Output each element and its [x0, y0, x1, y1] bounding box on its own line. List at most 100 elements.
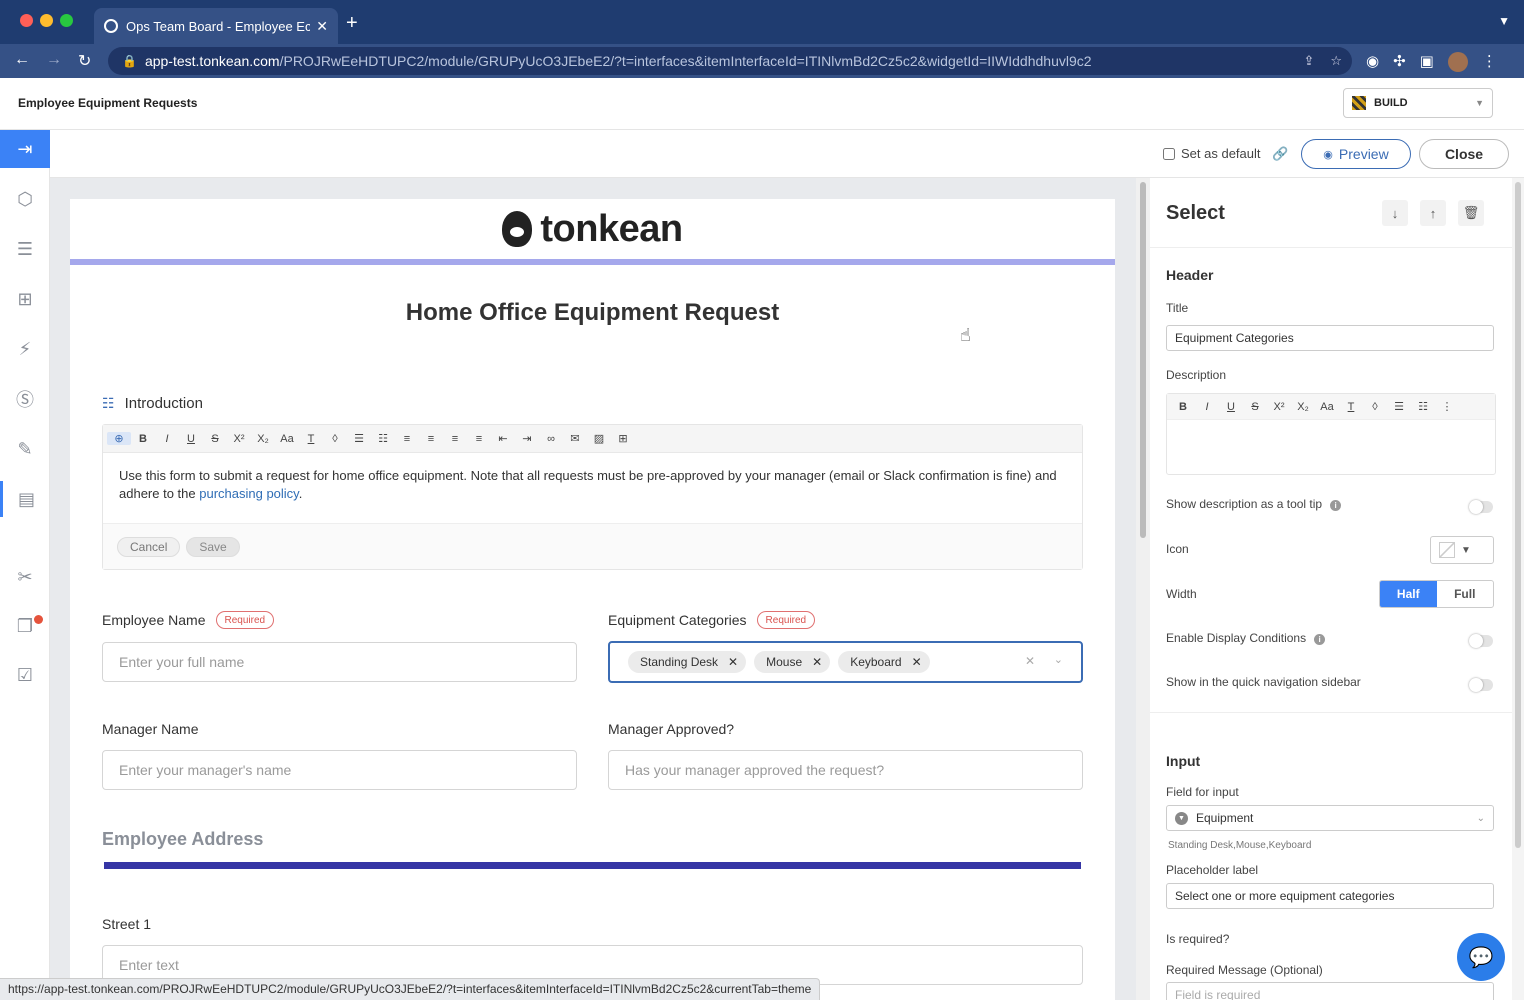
- align-left-icon[interactable]: ≡: [395, 433, 419, 445]
- remove-chip-icon[interactable]: ✕: [812, 655, 822, 669]
- intro-widget-label[interactable]: ☷ Introduction: [102, 395, 203, 412]
- email-icon[interactable]: ✉: [563, 432, 587, 445]
- highlight-icon[interactable]: ◊: [1363, 401, 1387, 413]
- italic-icon[interactable]: I: [1195, 401, 1219, 413]
- bold-icon[interactable]: B: [1171, 401, 1195, 413]
- clear-selection-icon[interactable]: ✕: [1025, 654, 1035, 668]
- width-full-button[interactable]: Full: [1437, 581, 1494, 607]
- new-tab-icon[interactable]: +: [346, 12, 358, 35]
- icon-picker[interactable]: ▼: [1430, 536, 1494, 564]
- canvas-scrollbar[interactable]: [1136, 178, 1150, 1000]
- equipment-categories-select[interactable]: Standing Desk ✕ Mouse ✕ Keyboard ✕ ✕ ⌄: [608, 641, 1083, 683]
- chat-support-icon[interactable]: 💬: [1457, 933, 1505, 981]
- align-center-icon[interactable]: ≡: [419, 433, 443, 445]
- text-color-icon[interactable]: T: [1339, 401, 1363, 413]
- checklist-icon[interactable]: ☑: [0, 657, 50, 693]
- employee-name-input[interactable]: Enter your full name: [102, 642, 577, 682]
- indent-icon[interactable]: ⇥: [515, 432, 539, 445]
- insert-field-icon[interactable]: ⊕: [107, 432, 131, 445]
- share-icon[interactable]: ⇪: [1303, 53, 1314, 69]
- required-message-input[interactable]: Field is required: [1166, 982, 1494, 1000]
- strikethrough-icon[interactable]: S: [1243, 401, 1267, 413]
- display-conditions-toggle[interactable]: [1469, 634, 1493, 648]
- font-size-icon[interactable]: Aa: [275, 433, 299, 445]
- remove-chip-icon[interactable]: ✕: [728, 655, 738, 669]
- superscript-icon[interactable]: X²: [1267, 401, 1291, 413]
- bullet-list-icon[interactable]: ☰: [1387, 400, 1411, 413]
- chip-mouse[interactable]: Mouse ✕: [754, 651, 831, 673]
- quick-nav-toggle[interactable]: [1469, 678, 1493, 692]
- chip-standing-desk[interactable]: Standing Desk ✕: [628, 651, 747, 673]
- underline-icon[interactable]: U: [1219, 401, 1243, 413]
- move-down-icon[interactable]: ↓: [1382, 200, 1408, 226]
- panel-scroll-thumb[interactable]: [1515, 182, 1521, 848]
- set-default-input[interactable]: [1163, 147, 1175, 160]
- preview-button[interactable]: ◉ Preview: [1301, 139, 1411, 169]
- highlight-icon[interactable]: ◊: [323, 433, 347, 445]
- subscript-icon[interactable]: X₂: [1291, 401, 1315, 413]
- puzzle-icon[interactable]: ✣: [1393, 52, 1406, 72]
- underline-icon[interactable]: U: [179, 433, 203, 445]
- cube-icon[interactable]: ⬡: [0, 181, 50, 217]
- window-minimize-button[interactable]: [40, 14, 53, 27]
- grid-icon[interactable]: ⊞: [0, 281, 50, 317]
- form-icon[interactable]: ✎: [0, 431, 50, 467]
- chevron-down-icon[interactable]: ⌄: [1054, 653, 1063, 666]
- sidebar-icon[interactable]: ▣: [1420, 52, 1434, 72]
- intro-rich-text-editor[interactable]: ⊕ B I U S X² X₂ Aa T ◊ ☰ ☷ ≡ ≡ ≡ ≡ ⇤ ⇥ ∞…: [102, 424, 1083, 570]
- align-justify-icon[interactable]: ≡: [467, 433, 491, 445]
- intro-text[interactable]: Use this form to submit a request for ho…: [103, 453, 1082, 523]
- chip-keyboard[interactable]: Keyboard ✕: [838, 651, 930, 673]
- description-editor[interactable]: B I U S X² X₂ Aa T ◊ ☰ ☷ ⋮: [1166, 393, 1496, 475]
- tab-close-icon[interactable]: ✕: [316, 18, 328, 35]
- subscript-icon[interactable]: X₂: [251, 433, 275, 445]
- font-size-icon[interactable]: Aa: [1315, 401, 1339, 413]
- cancel-button[interactable]: Cancel: [117, 536, 181, 557]
- tools-icon[interactable]: ✂: [0, 559, 50, 595]
- tooltip-toggle[interactable]: [1469, 500, 1493, 514]
- lightning-icon[interactable]: ⚡: [0, 331, 50, 367]
- copy-icon[interactable]: ❐: [0, 608, 50, 644]
- superscript-icon[interactable]: X²: [227, 433, 251, 445]
- move-up-icon[interactable]: ↑: [1420, 200, 1446, 226]
- panel-scrollbar[interactable]: [1512, 178, 1524, 1000]
- manager-name-input[interactable]: Enter your manager's name: [102, 750, 577, 790]
- browser-menu-icon[interactable]: ⋮: [1482, 52, 1497, 72]
- placeholder-input[interactable]: Select one or more equipment categories: [1166, 883, 1494, 909]
- window-maximize-button[interactable]: [60, 14, 73, 27]
- purchasing-policy-link[interactable]: purchasing policy: [199, 486, 298, 501]
- link-icon[interactable]: ∞: [539, 433, 563, 445]
- outdent-icon[interactable]: ⇤: [491, 432, 515, 445]
- remove-chip-icon[interactable]: ✕: [912, 655, 922, 669]
- address-bar[interactable]: 🔒 app-test.tonkean.com/PROJRwEeHDTUPC2/m…: [108, 47, 1352, 75]
- window-close-button[interactable]: [20, 14, 33, 27]
- bullet-list-icon[interactable]: ☰: [347, 432, 371, 445]
- bold-icon[interactable]: B: [131, 433, 155, 445]
- numbered-list-icon[interactable]: ☷: [1411, 400, 1435, 413]
- table-icon[interactable]: ⊞: [611, 432, 635, 445]
- image-icon[interactable]: ▨: [587, 432, 611, 445]
- width-half-button[interactable]: Half: [1380, 581, 1437, 607]
- tab-search-chevron-icon[interactable]: ▼: [1498, 14, 1510, 28]
- link-icon[interactable]: 🔗: [1272, 146, 1288, 162]
- trash-icon[interactable]: 🗑: [1458, 200, 1484, 226]
- save-button[interactable]: Save: [186, 536, 240, 557]
- manager-approved-input[interactable]: Has your manager approved the request?: [608, 750, 1083, 790]
- s-icon[interactable]: Ⓢ: [0, 381, 50, 417]
- interface-icon[interactable]: ▤: [0, 481, 50, 517]
- numbered-list-icon[interactable]: ☷: [371, 432, 395, 445]
- browser-tab[interactable]: Ops Team Board - Employee Ec ✕: [94, 8, 338, 44]
- reload-icon[interactable]: ↻: [78, 51, 91, 71]
- strikethrough-icon[interactable]: S: [203, 433, 227, 445]
- more-options-icon[interactable]: ⋮: [1435, 400, 1459, 413]
- text-color-icon[interactable]: T: [299, 433, 323, 445]
- close-button[interactable]: Close: [1419, 139, 1509, 169]
- canvas-scroll-thumb[interactable]: [1140, 182, 1146, 538]
- italic-icon[interactable]: I: [155, 433, 179, 445]
- extension-icon[interactable]: ◉: [1366, 52, 1379, 72]
- title-input[interactable]: Equipment Categories: [1166, 325, 1494, 351]
- bookmark-star-icon[interactable]: ☆: [1330, 53, 1342, 69]
- profile-avatar[interactable]: [1447, 52, 1468, 72]
- expand-nav-icon[interactable]: ⇥: [0, 130, 50, 168]
- database-icon[interactable]: ☰: [0, 231, 50, 267]
